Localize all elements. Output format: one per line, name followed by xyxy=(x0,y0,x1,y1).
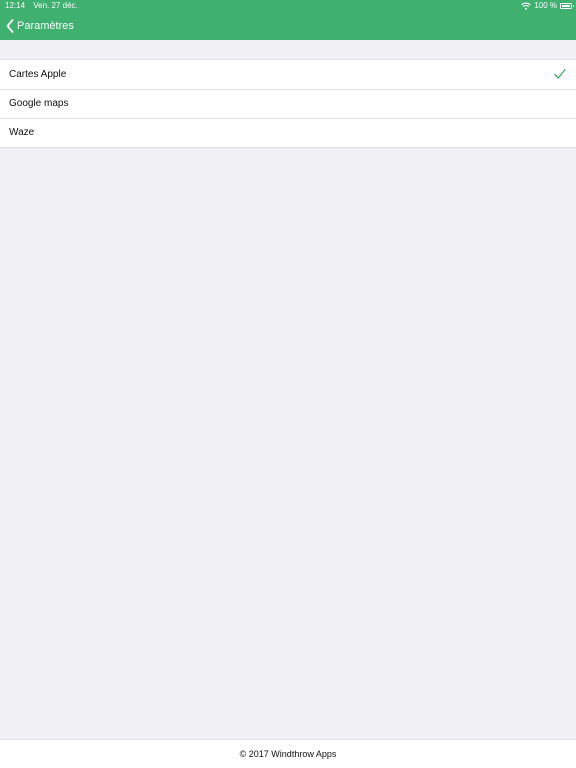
checkmark-icon xyxy=(554,68,566,79)
list-item-waze[interactable]: Waze xyxy=(0,118,576,147)
copyright-text: © 2017 Windthrow Apps xyxy=(239,749,337,759)
wifi-icon xyxy=(521,2,532,10)
status-bar: 12:14 Ven. 27 déc. 100 % xyxy=(0,0,576,12)
status-left: 12:14 Ven. 27 déc. xyxy=(5,0,84,12)
navigation-bar: Paramètres xyxy=(0,12,576,40)
footer: © 2017 Windthrow Apps xyxy=(0,739,576,768)
status-right: 100 % xyxy=(521,0,574,12)
back-button[interactable]: Paramètres xyxy=(6,16,74,36)
list-item-label: Google maps xyxy=(9,98,69,109)
battery-percent: 100 % xyxy=(534,1,557,10)
map-app-list: Cartes Apple Google maps Waze xyxy=(0,59,576,148)
list-item-label: Waze xyxy=(9,127,35,138)
battery-icon xyxy=(560,3,574,9)
chevron-left-icon xyxy=(6,19,14,33)
status-date: Ven. 27 déc. xyxy=(33,1,78,10)
list-item-google-maps[interactable]: Google maps xyxy=(0,89,576,118)
top-bar: 12:14 Ven. 27 déc. 100 % Paramètres xyxy=(0,0,576,40)
back-button-label: Paramètres xyxy=(17,20,74,32)
list-item-cartes-apple[interactable]: Cartes Apple xyxy=(0,60,576,89)
status-time: 12:14 xyxy=(5,1,26,10)
list-item-label: Cartes Apple xyxy=(9,69,67,80)
screen: 12:14 Ven. 27 déc. 100 % Paramètres Cart… xyxy=(0,0,576,768)
